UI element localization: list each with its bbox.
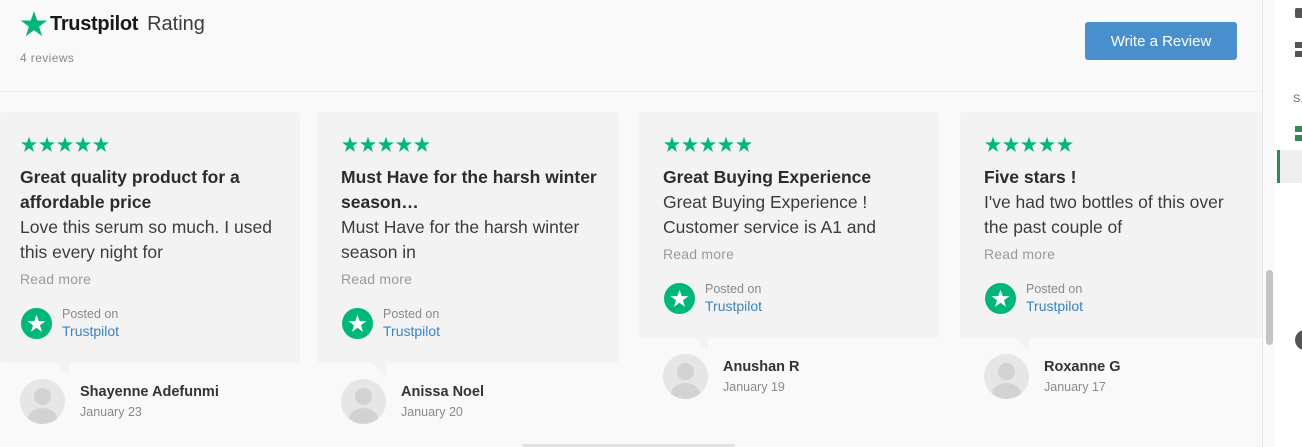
read-more-link[interactable]: Read more (663, 246, 734, 262)
review-body: Love this serum so much. I used this eve… (20, 217, 272, 262)
review-body: Must Have for the harsh winter season in (341, 217, 580, 262)
grid-icon[interactable] (1295, 40, 1302, 60)
star-icon (413, 136, 431, 152)
posted-on: Posted on Trustpilot (664, 281, 762, 315)
star-icon (20, 136, 38, 152)
review-card: Great quality product for a affordable p… (0, 112, 300, 363)
review-body: I've had two bottles of this over the pa… (984, 192, 1224, 237)
star-icon (74, 136, 92, 152)
review-author: Anushan R January 19 (663, 354, 800, 399)
posted-on-label: Posted on (705, 282, 762, 296)
brand-name: Trustpilot (50, 12, 139, 35)
trustpilot-badge-icon (985, 282, 1016, 314)
review-card: Must Have for the harsh winter season… M… (317, 112, 619, 363)
star-icon (717, 136, 735, 152)
user-avatar-icon (984, 354, 1029, 399)
author-name: Roxanne G (1044, 358, 1121, 375)
sidebar-active-item[interactable] (1280, 150, 1302, 183)
info-icon[interactable] (1295, 328, 1302, 352)
trustpilot-link[interactable]: Trustpilot (62, 322, 119, 340)
posted-on-label: Posted on (383, 307, 440, 321)
user-avatar-icon (341, 379, 386, 424)
star-icon (1038, 136, 1056, 152)
rating-label: Rating (147, 12, 205, 35)
read-more-link[interactable]: Read more (984, 246, 1055, 262)
review-author: Roxanne G January 17 (984, 354, 1121, 399)
posted-on: Posted on Trustpilot (21, 306, 119, 340)
star-icon (56, 136, 74, 152)
user-avatar-icon (663, 354, 708, 399)
review-date: January 17 (1044, 379, 1106, 394)
page: Trustpilot Rating 4 reviews Write a Revi… (0, 0, 1302, 447)
trustpilot-badge-icon (342, 307, 373, 339)
posted-on-label: Posted on (1026, 282, 1083, 296)
star-icon (341, 136, 359, 152)
star-icon (735, 136, 753, 152)
side-panel: S. (1262, 0, 1302, 447)
review-author: Shayenne Adefunmi January 23 (20, 379, 219, 424)
scrollbar[interactable] (1263, 0, 1275, 447)
section-icon[interactable] (1295, 124, 1302, 144)
star-icon (1002, 136, 1020, 152)
star-icon (377, 136, 395, 152)
card-tail (694, 338, 708, 352)
star-icon (92, 136, 110, 152)
trustpilot-badge-icon (21, 307, 52, 339)
author-name: Anissa Noel (401, 383, 484, 400)
scrollbar-thumb[interactable] (1266, 270, 1273, 345)
sidebar-label: S. (1293, 93, 1302, 105)
review-date: January 23 (80, 404, 142, 419)
trustpilot-star-icon (20, 11, 48, 37)
review-count: 4 reviews (20, 51, 75, 65)
card-tail (55, 363, 69, 377)
review-card: Great Buying Experience Great Buying Exp… (639, 112, 939, 338)
review-date: January 20 (401, 404, 463, 419)
trustpilot-link[interactable]: Trustpilot (383, 322, 440, 340)
write-review-button[interactable]: Write a Review (1085, 22, 1237, 60)
review-title: Must Have for the harsh winter season… (341, 167, 597, 212)
review-author: Anissa Noel January 20 (341, 379, 484, 424)
star-rating (341, 136, 431, 153)
trustpilot-badge-icon (664, 282, 695, 314)
review-title: Great Buying Experience (663, 167, 872, 187)
review-date: January 19 (723, 379, 785, 394)
read-more-link[interactable]: Read more (20, 271, 91, 287)
trustpilot-link[interactable]: Trustpilot (705, 297, 762, 315)
author-name: Shayenne Adefunmi (80, 383, 219, 400)
star-icon (395, 136, 413, 152)
star-rating (20, 136, 110, 153)
review-title: Great quality product for a affordable p… (20, 167, 240, 212)
star-icon (1020, 136, 1038, 152)
posted-on: Posted on Trustpilot (985, 281, 1083, 315)
star-rating (984, 136, 1074, 153)
star-icon (681, 136, 699, 152)
posted-on: Posted on Trustpilot (342, 306, 440, 340)
review-title: Five stars ! (984, 167, 1077, 187)
star-icon (1056, 136, 1074, 152)
trustpilot-logo: Trustpilot Rating (20, 10, 205, 38)
review-card: Five stars ! I've had two bottles of thi… (960, 112, 1262, 338)
card-tail (372, 363, 386, 377)
star-icon (359, 136, 377, 152)
user-avatar-icon (20, 379, 65, 424)
review-body: Great Buying Experience ! Customer servi… (663, 192, 877, 237)
star-icon (699, 136, 717, 152)
star-rating (663, 136, 753, 153)
read-more-link[interactable]: Read more (341, 271, 412, 287)
edit-icon[interactable] (1295, 4, 1302, 22)
card-tail (1015, 338, 1029, 352)
author-name: Anushan R (723, 358, 800, 375)
star-icon (663, 136, 681, 152)
widget-header: Trustpilot Rating 4 reviews Write a Revi… (0, 0, 1262, 92)
posted-on-label: Posted on (62, 307, 119, 321)
reviews-widget: Trustpilot Rating 4 reviews Write a Revi… (0, 0, 1262, 447)
star-icon (984, 136, 1002, 152)
trustpilot-link[interactable]: Trustpilot (1026, 297, 1083, 315)
star-icon (38, 136, 56, 152)
